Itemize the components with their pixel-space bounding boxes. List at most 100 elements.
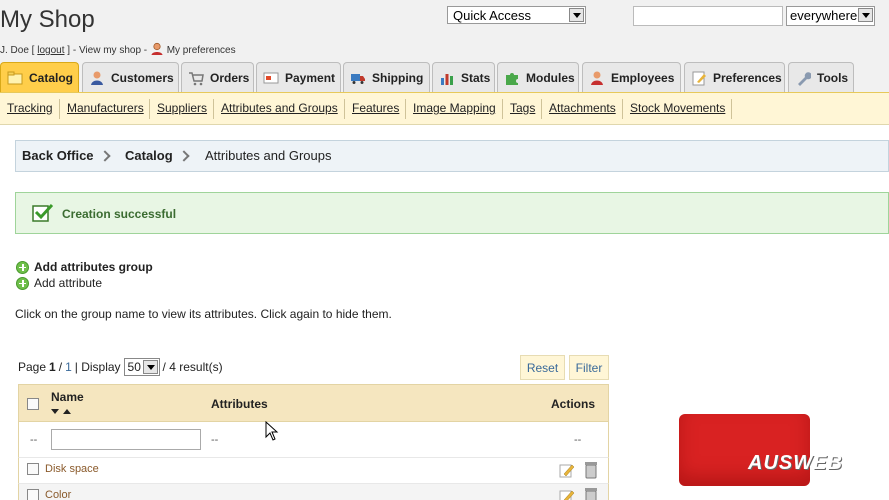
filter-actions-placeholder: -- bbox=[574, 434, 582, 446]
trash-icon[interactable] bbox=[585, 461, 597, 479]
edit-icon[interactable] bbox=[559, 462, 575, 478]
tab-label: Catalog bbox=[29, 71, 74, 85]
add-group-label: Add attributes group bbox=[34, 260, 153, 274]
quick-access-select[interactable]: Quick Access bbox=[447, 6, 586, 24]
user-line: J. Doe [ logout ] - View my shop - My pr… bbox=[0, 42, 236, 56]
cart-icon bbox=[189, 71, 204, 85]
info-text: Click on the group name to view its attr… bbox=[15, 307, 392, 321]
row-checkbox[interactable] bbox=[27, 463, 39, 475]
breadcrumb: Back Office Catalog Attributes and Group… bbox=[15, 140, 889, 172]
tab-label: Payment bbox=[285, 70, 336, 85]
tab-label: Orders bbox=[210, 70, 250, 85]
reset-button[interactable]: Reset bbox=[520, 355, 565, 380]
subnav-tracking[interactable]: Tracking bbox=[7, 101, 53, 115]
column-actions: Actions bbox=[551, 397, 596, 411]
subnav-attributes-groups[interactable]: Attributes and Groups bbox=[221, 101, 338, 115]
current-page: 1 bbox=[49, 360, 56, 374]
chevron-right-icon bbox=[178, 150, 190, 162]
mouse-cursor-icon bbox=[265, 421, 279, 441]
main-tabs: Catalog Customers Orders Payment Shippin… bbox=[0, 62, 889, 93]
tab-customers[interactable]: Customers bbox=[82, 62, 179, 92]
subnav-attachments[interactable]: Attachments bbox=[549, 101, 616, 115]
table-row[interactable]: Disk space bbox=[18, 458, 609, 484]
column-attributes: Attributes bbox=[211, 397, 268, 411]
shop-title: My Shop bbox=[0, 6, 95, 33]
truck-icon bbox=[351, 73, 365, 84]
search-scope-value: everywhere bbox=[790, 8, 858, 23]
group-name-link[interactable]: Disk space bbox=[45, 463, 99, 475]
tab-shipping[interactable]: Shipping bbox=[343, 62, 430, 92]
employees-icon bbox=[591, 71, 603, 85]
page-label: Page bbox=[18, 360, 47, 374]
results-count: / 4 result(s) bbox=[162, 360, 223, 374]
search-scope-select[interactable]: everywhere bbox=[786, 6, 875, 26]
add-attribute-link[interactable]: Add attribute bbox=[16, 276, 102, 290]
checkbox-checked-icon bbox=[32, 203, 54, 222]
breadcrumb-back-office[interactable]: Back Office bbox=[22, 148, 94, 163]
tab-orders[interactable]: Orders bbox=[181, 62, 254, 92]
subnav-suppliers[interactable]: Suppliers bbox=[157, 101, 207, 115]
tab-label: Shipping bbox=[372, 70, 424, 85]
user-prefs-icon bbox=[151, 42, 163, 55]
breadcrumb-catalog[interactable]: Catalog bbox=[125, 148, 173, 163]
tab-preferences[interactable]: Preferences bbox=[684, 62, 785, 92]
stats-icon bbox=[441, 73, 453, 85]
logout-link[interactable]: logout bbox=[37, 45, 64, 56]
view-shop-text[interactable]: ] - View my shop - bbox=[67, 45, 147, 56]
success-text: Creation successful bbox=[62, 207, 177, 221]
puzzle-icon bbox=[506, 72, 518, 85]
subnav-divider bbox=[59, 99, 60, 119]
filter-attributes-placeholder: -- bbox=[211, 434, 219, 446]
search-input[interactable] bbox=[633, 6, 783, 26]
success-message: Creation successful bbox=[15, 192, 889, 234]
subnav-features[interactable]: Features bbox=[352, 101, 399, 115]
column-name[interactable]: Name bbox=[51, 390, 84, 404]
tab-catalog[interactable]: Catalog bbox=[0, 62, 79, 93]
tab-stats[interactable]: Stats bbox=[432, 62, 495, 92]
trash-icon[interactable] bbox=[585, 487, 597, 500]
chevron-right-icon bbox=[99, 150, 111, 162]
subnav-divider bbox=[149, 99, 150, 119]
user-name: J. Doe [ bbox=[0, 45, 35, 56]
subnav-divider bbox=[405, 99, 406, 119]
quick-access-value: Quick Access bbox=[453, 8, 532, 23]
row-checkbox[interactable] bbox=[27, 489, 39, 500]
per-page-select[interactable]: 50 bbox=[123, 358, 160, 376]
filter-row: -- -- -- bbox=[18, 422, 609, 458]
tab-label: Tools bbox=[817, 70, 849, 85]
add-attribute-label: Add attribute bbox=[34, 276, 103, 290]
filter-button[interactable]: Filter bbox=[569, 355, 609, 380]
subnav-tags[interactable]: Tags bbox=[510, 101, 535, 115]
tab-modules[interactable]: Modules bbox=[497, 62, 579, 92]
my-preferences-link[interactable]: My preferences bbox=[167, 45, 236, 56]
chevron-down-icon bbox=[858, 8, 873, 22]
subnav-divider bbox=[502, 99, 503, 119]
add-attributes-group-link[interactable]: Add attributes group bbox=[16, 260, 153, 274]
subnav-stock-movements[interactable]: Stock Movements bbox=[630, 101, 725, 115]
tab-employees[interactable]: Employees bbox=[582, 62, 681, 92]
sort-arrows-icon[interactable] bbox=[51, 408, 73, 416]
wrench-icon bbox=[798, 71, 811, 86]
tab-label: Modules bbox=[526, 70, 575, 85]
tab-payment[interactable]: Payment bbox=[256, 62, 341, 92]
edit-icon[interactable] bbox=[559, 488, 575, 500]
attribute-groups-table: Name Attributes Actions -- -- -- Disk sp… bbox=[18, 384, 609, 500]
display-label: | Display bbox=[74, 360, 121, 374]
filter-check-placeholder: -- bbox=[30, 434, 38, 446]
tab-tools[interactable]: Tools bbox=[788, 62, 854, 92]
subnav-manufacturers[interactable]: Manufacturers bbox=[67, 101, 144, 115]
tab-label: Stats bbox=[461, 70, 491, 85]
group-name-link[interactable]: Color bbox=[45, 489, 71, 500]
select-all-checkbox[interactable] bbox=[27, 398, 39, 410]
subnav-divider bbox=[731, 99, 732, 119]
total-pages-link[interactable]: 1 bbox=[65, 360, 72, 374]
tab-label: Employees bbox=[611, 70, 675, 85]
catalog-subnav: Tracking Manufacturers Suppliers Attribu… bbox=[0, 92, 889, 125]
name-filter-input[interactable] bbox=[51, 429, 201, 450]
subnav-divider bbox=[622, 99, 623, 119]
catalog-icon bbox=[7, 71, 23, 85]
subnav-image-mapping[interactable]: Image Mapping bbox=[413, 101, 496, 115]
chevron-down-icon bbox=[142, 360, 158, 374]
table-row[interactable]: Color bbox=[18, 484, 609, 500]
subnav-divider bbox=[213, 99, 214, 119]
